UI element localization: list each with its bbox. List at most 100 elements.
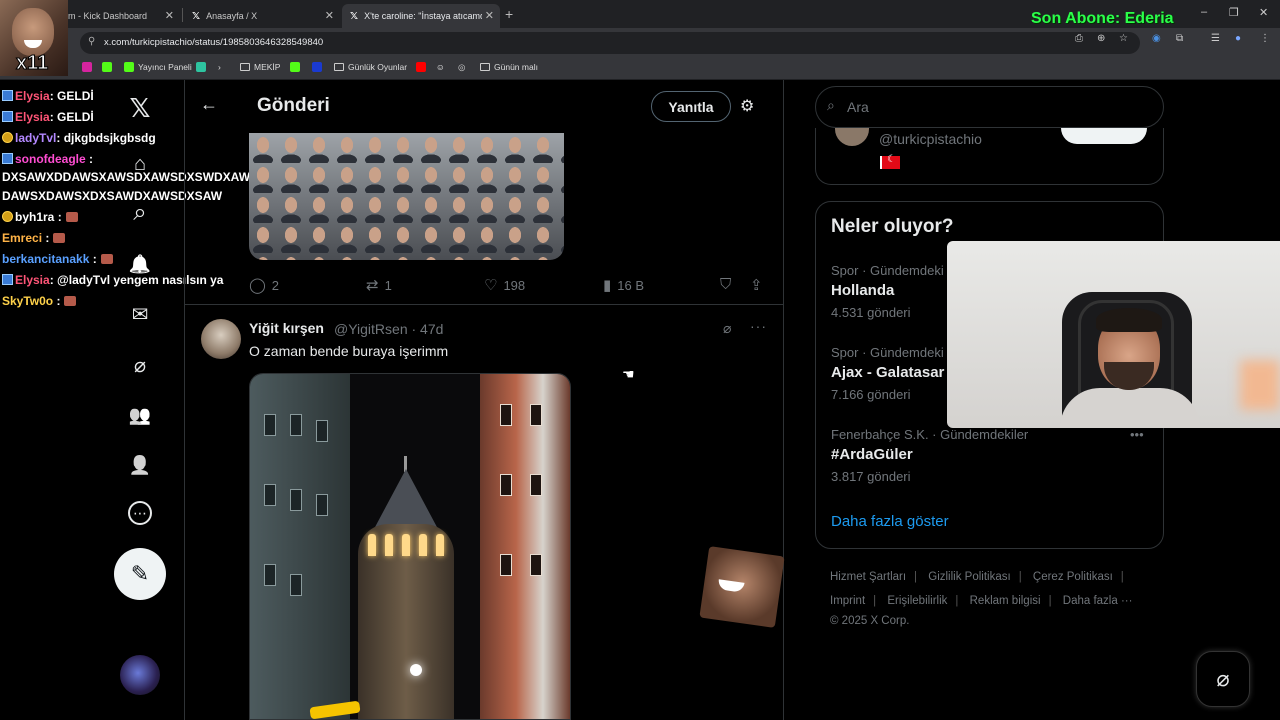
cookies-link[interactable]: Çerez Politikası (1033, 571, 1113, 583)
install-icon[interactable]: ⎙ (1075, 33, 1083, 44)
tab-close-icon[interactable]: ✕ (165, 9, 174, 22)
bookmark-star-icon[interactable]: ☆ (1119, 33, 1128, 44)
trend-category: Spor · Gündemdeki (831, 345, 944, 360)
reply-button[interactable]: Yanıtla (651, 91, 731, 122)
ads-info-link[interactable]: Reklam bilgisi (970, 595, 1041, 607)
bookmark-mekip[interactable]: MEKİP (240, 62, 280, 72)
tab-close-icon[interactable]: ✕ (485, 9, 494, 22)
face-image (12, 8, 54, 56)
turkey-flag-icon (880, 154, 900, 169)
repost-action[interactable]: ⇄ 1 (366, 276, 392, 294)
menu-kebab-icon[interactable]: ⋮ (1260, 33, 1270, 44)
hair-image (1096, 308, 1162, 332)
compose-post-button[interactable]: ✎ (114, 548, 166, 600)
feather-icon: ✎ (130, 561, 150, 586)
bookmark-ghost[interactable]: ☺ (436, 62, 445, 72)
profile-card-handle[interactable]: @turkicpistachio (879, 131, 982, 147)
bookmark-yayinci-paneli[interactable]: Yayıncı Paneli (124, 62, 192, 72)
privacy-link[interactable]: Gizlilik Politikası (928, 571, 1010, 583)
tab-close-icon[interactable]: ✕ (325, 9, 334, 22)
like-action[interactable]: ♡ 198 (484, 276, 525, 294)
zoom-icon[interactable]: ⊕ (1097, 33, 1105, 44)
chat-message: berkancitanakk : (2, 252, 113, 266)
grok-icon[interactable]: ⌀ (126, 351, 154, 379)
views-action[interactable]: ▮ 16 B (603, 276, 644, 294)
bookmark-kick-2[interactable] (290, 62, 300, 72)
bookmark-arrow[interactable]: › (218, 62, 221, 72)
bookmark-youtube[interactable] (416, 62, 426, 72)
back-arrow-icon[interactable]: ← (200, 94, 218, 115)
street-lamp-image (410, 664, 422, 676)
share-action[interactable]: ⇪ (750, 276, 763, 294)
accessibility-link[interactable]: Erişilebilirlik (887, 595, 947, 607)
tab-separator (182, 8, 183, 22)
tower-cone-image (374, 469, 438, 529)
maximize-icon[interactable]: ❐ (1229, 6, 1239, 19)
footer-more-link[interactable]: Daha fazla ··· (1063, 595, 1133, 607)
imprint-link[interactable]: Imprint (830, 595, 865, 607)
tab-kick-dashboard[interactable]: m - Kick Dashboard ✕ (60, 4, 180, 28)
url-omnibox[interactable]: ⚲ x.com/turkicpistachio/status/198580364… (80, 32, 1140, 54)
bookmark-instagram[interactable] (82, 62, 92, 72)
footer-links-row1: Hizmet Şartları | Gizlilik Politikası | Çe… (830, 571, 1124, 583)
bookmark-gunluk-oyunlar[interactable]: Günlük Oyunlar (334, 62, 407, 72)
grok-floating-button[interactable]: ⌀ (1196, 651, 1250, 707)
chat-text: : (42, 231, 50, 245)
x-logo-icon[interactable]: 𝕏 (126, 93, 154, 123)
trend-count: 4.531 gönderi (831, 305, 911, 320)
messages-mail-icon[interactable]: ✉ (126, 300, 154, 328)
follow-button[interactable] (1061, 128, 1147, 144)
site-info-icon[interactable]: ⚲ (88, 36, 95, 47)
bookmark-gunun-mali[interactable]: Günün malı (480, 62, 538, 72)
new-tab-icon[interactable]: + (505, 6, 513, 22)
post-photo-galata-tower[interactable] (249, 373, 571, 720)
extension-icon[interactable]: ◉ (1152, 33, 1161, 44)
settings-sliders-icon[interactable]: ⚙ (740, 96, 754, 116)
reading-list-icon[interactable]: ☰ (1211, 33, 1220, 44)
views-chart-icon: ▮ (603, 277, 612, 294)
tab-anasayfa[interactable]: 𝕏 Anasayfa / X ✕ (184, 4, 340, 28)
bookmark-icon: ⛉ (720, 276, 732, 293)
emote-icon (53, 233, 66, 243)
search-icon[interactable]: ⌕ (126, 199, 154, 227)
close-window-icon[interactable]: ✕ (1259, 6, 1268, 19)
chat-text: : djkgbdsjkgbsdg (56, 131, 156, 145)
badge-icon (2, 132, 13, 143)
grok-icon: ⌀ (1216, 666, 1230, 691)
bookmark-app[interactable] (196, 62, 206, 72)
home-icon[interactable]: ⌂ (126, 150, 154, 178)
trend-more-icon[interactable]: ••• (1130, 427, 1144, 442)
tab-active-post[interactable]: 𝕏 X'te caroline: "İnstaya atıcamdı ✕ (342, 4, 500, 28)
extensions-puzzle-icon[interactable]: ⧉ (1176, 33, 1183, 44)
chat-user: byh1ra (15, 210, 55, 224)
more-options-icon[interactable]: ⋯ (128, 501, 152, 525)
trend-name[interactable]: #ArdaGüler (831, 446, 913, 463)
show-more-link[interactable]: Daha fazla göster (831, 513, 949, 530)
bookmark-globe[interactable]: ◎ (458, 62, 465, 73)
emote-icon (100, 254, 113, 264)
post-more-icon[interactable]: ··· (750, 318, 767, 334)
grok-explain-icon[interactable]: ⌀ (723, 320, 731, 337)
profile-icon[interactable]: 👤 (126, 451, 154, 479)
bookmark-action[interactable]: ⛉ (720, 276, 731, 293)
minimize-icon[interactable]: – (1201, 6, 1207, 18)
emote-icon (64, 296, 77, 306)
tab-label: X'te caroline: "İnstaya atıcamdı (364, 11, 483, 21)
trend-name[interactable]: Hollanda (831, 282, 894, 299)
bookmark-kick[interactable] (102, 62, 112, 72)
post-author-handle[interactable]: @YigitRsen · 47d (334, 321, 443, 337)
terms-link[interactable]: Hizmet Şartları (830, 571, 906, 583)
post-author-name[interactable]: Yiğit kırşen (249, 320, 324, 336)
notifications-bell-icon[interactable]: 🔔 (126, 250, 154, 278)
chat-text: : (85, 152, 94, 166)
profile-icon[interactable]: ● (1235, 33, 1241, 44)
bookmark-blue[interactable] (312, 62, 322, 72)
previous-post-media[interactable] (249, 133, 564, 260)
reply-action[interactable]: ◯ 2 (249, 276, 279, 294)
trend-name[interactable]: Ajax - Galatasar (831, 364, 944, 381)
account-avatar[interactable] (120, 655, 160, 695)
post-author-avatar[interactable] (201, 319, 241, 359)
chat-message: ladyTvl: djkgbdsjkgbsdg (2, 131, 156, 145)
chat-text: DAWSXDAWSXDXSAWDXAWSDXSAW (2, 189, 223, 203)
communities-icon[interactable]: 👥 (126, 401, 154, 429)
